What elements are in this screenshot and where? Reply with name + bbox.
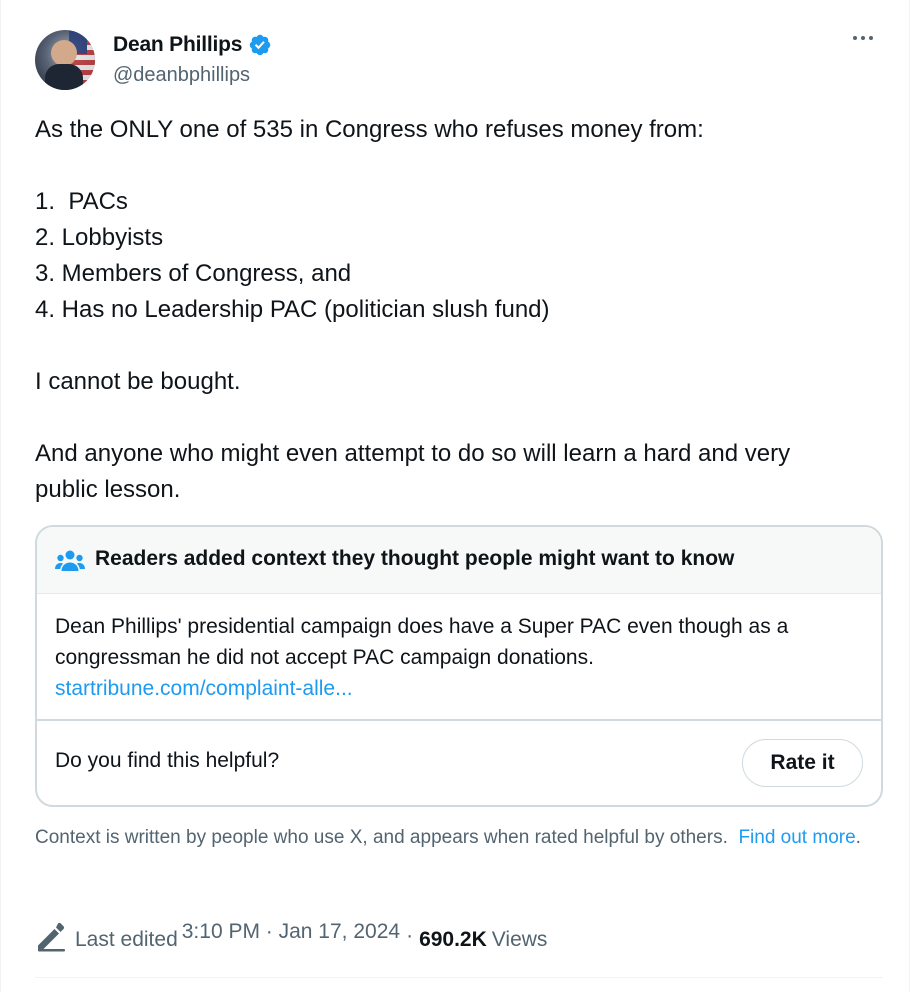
note-divider: [37, 719, 881, 721]
note-body-line: Dean Phillips' presidential campaign doe…: [55, 615, 789, 638]
tweet-line: public lesson.: [35, 476, 181, 503]
tweet: Dean Phillips @deanbphillips As the ONLY…: [0, 0, 910, 992]
tweet-line: And anyone who might even attempt to do …: [35, 440, 791, 467]
views-count: 690.2K: [419, 928, 487, 951]
avatar[interactable]: [35, 30, 95, 90]
verified-badge-icon[interactable]: [248, 33, 272, 57]
helpful-question: Do you find this helpful?: [55, 749, 280, 772]
context-footer: Context is written by people who use X, …: [35, 825, 885, 850]
tweet-line: 4. Has no Leadership PAC (politician slu…: [35, 296, 550, 323]
context-footer-period: .: [855, 827, 861, 848]
meta-separator: ·: [406, 924, 414, 947]
note-source-link[interactable]: startribune.com/complaint-alle...: [55, 673, 855, 704]
rate-it-button[interactable]: Rate it: [742, 739, 863, 787]
tweet-line: I cannot be bought.: [35, 368, 241, 395]
context-footer-text: Context is written by people who use X, …: [35, 827, 728, 848]
community-note-header: Readers added context they thought peopl…: [37, 527, 881, 594]
community-note-title: Readers added context they thought peopl…: [95, 547, 735, 570]
people-icon: [55, 550, 85, 571]
pencil-icon: [38, 922, 65, 952]
tweet-line: 2. Lobbyists: [35, 224, 164, 251]
views-label: Views: [491, 928, 548, 951]
community-note-body: Dean Phillips' presidential campaign doe…: [55, 611, 855, 704]
tweet-line: As the ONLY one of 535 in Congress who r…: [35, 116, 704, 143]
community-note-card: Readers added context they thought peopl…: [35, 525, 883, 807]
note-body-line: congressman he did not accept PAC campai…: [55, 646, 594, 669]
last-edited-label: Last edited: [75, 928, 178, 951]
tweet-line: 1. PACs: [35, 188, 128, 215]
tweet-text: As the ONLY one of 535 in Congress who r…: [35, 112, 885, 508]
tweet-meta-row: Last edited 3:10 PM · Jan 17, 2024 · 690…: [35, 916, 547, 956]
person-graphic: [45, 40, 83, 90]
find-out-more-link[interactable]: Find out more: [738, 827, 855, 848]
author-handle[interactable]: @deanbphillips: [113, 64, 250, 87]
bottom-divider: [35, 977, 883, 978]
author-name-row: Dean Phillips: [113, 33, 272, 57]
author-display-name[interactable]: Dean Phillips: [113, 33, 242, 57]
tweet-line: 3. Members of Congress, and: [35, 260, 352, 287]
more-options-icon[interactable]: [853, 36, 873, 40]
tweet-timestamp[interactable]: 3:10 PM · Jan 17, 2024: [182, 920, 400, 944]
